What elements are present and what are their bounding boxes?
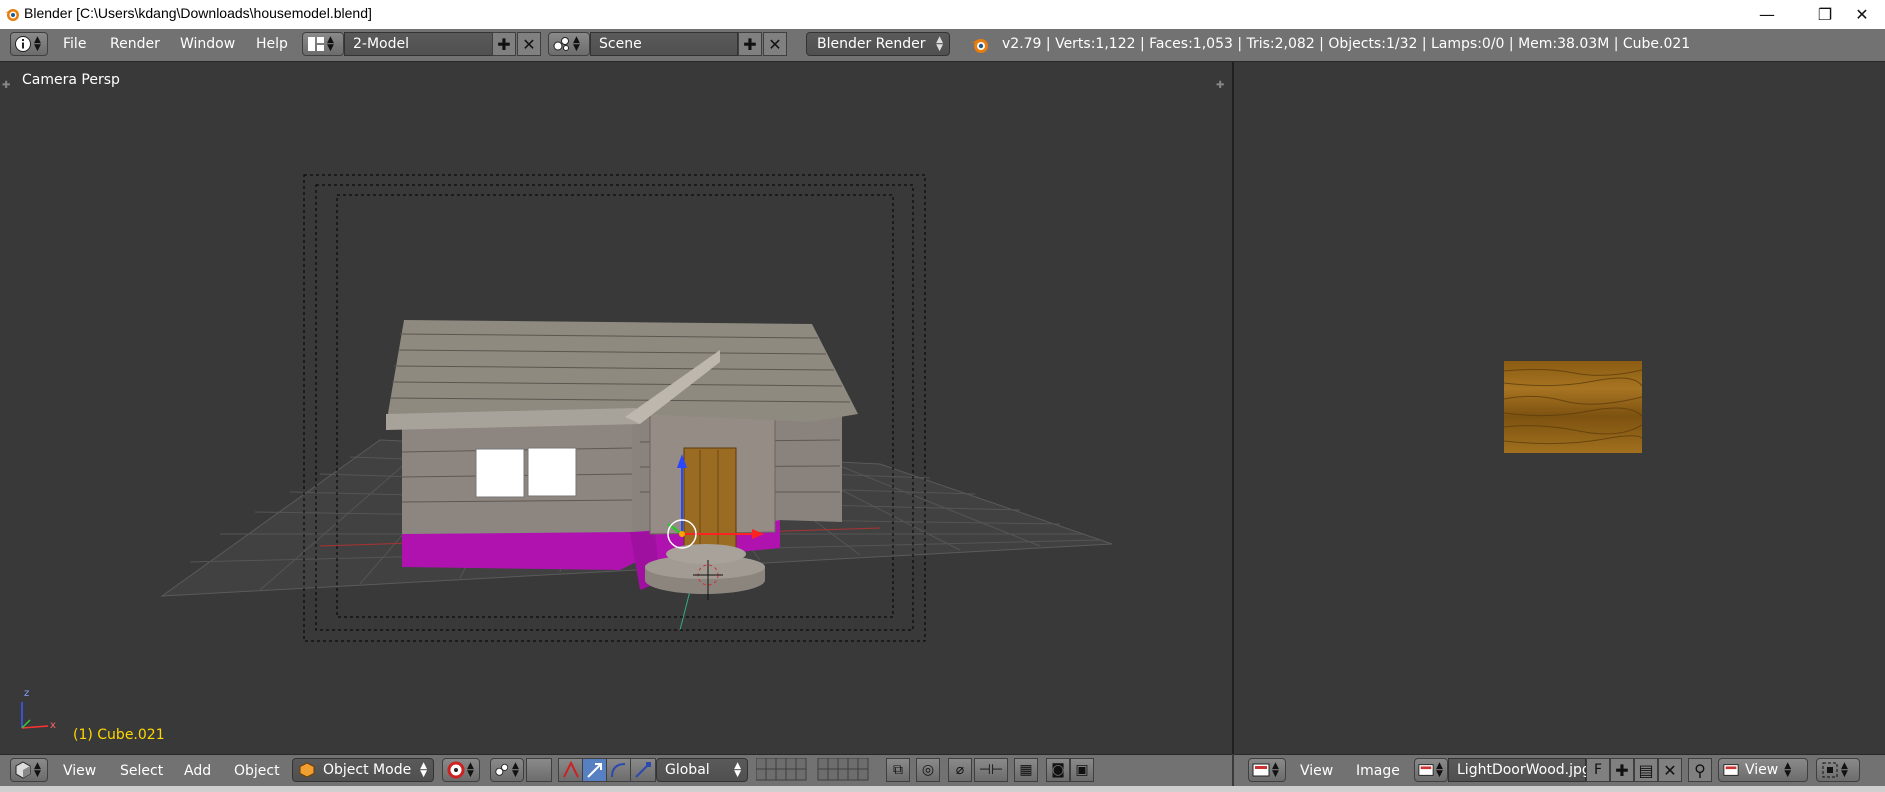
lock-camera-button[interactable]: ⧉: [886, 758, 910, 782]
menu-view[interactable]: View: [63, 763, 96, 779]
proportional-edit-button[interactable]: ◎: [916, 758, 940, 782]
add-scene-button[interactable]: ✚: [738, 32, 762, 56]
close-window-button[interactable]: ✕: [1839, 0, 1885, 29]
editor-type-selector[interactable]: ▲ ▼: [10, 758, 48, 782]
shading-selector[interactable]: ▲ ▼: [442, 758, 480, 782]
close-icon: ✕: [522, 34, 536, 54]
add-layout-button[interactable]: ✚: [492, 32, 516, 56]
window-title: Blender [C:\Users\kdang\Downloads\housem…: [24, 5, 372, 21]
axis-z-label: z: [24, 688, 30, 699]
snap-pixels-selector[interactable]: ▲ ▼: [1816, 758, 1860, 782]
menu-image[interactable]: Image: [1356, 763, 1400, 779]
scene-field[interactable]: Scene: [590, 32, 738, 56]
pin-icon: ⚲: [1694, 760, 1706, 780]
render-icons: ◙: [1051, 762, 1065, 778]
viewport-scene: [21, 174, 1113, 729]
menu-view[interactable]: View: [1300, 763, 1333, 779]
dropdown-arrows-icon: ▲ ▼: [34, 35, 41, 53]
plus-icon: ✚: [497, 34, 511, 54]
snap-icons: ◎: [921, 762, 935, 778]
view-mode-selector[interactable]: View ▲ ▼: [1718, 758, 1808, 782]
scene-statistics: v2.79 | Verts:1,122 | Faces:1,053 | Tris…: [1002, 36, 1691, 52]
dropdown-arrows-icon: ▲ ▼: [734, 761, 741, 779]
fake-user-button[interactable]: F: [1586, 758, 1610, 782]
folder-icon: ▤: [1638, 760, 1654, 780]
lock-icon: ⧉: [893, 762, 903, 778]
snap-toggle-button[interactable]: ⌀: [948, 758, 972, 782]
menu-object[interactable]: Object: [234, 763, 280, 779]
scale-manipulator-button[interactable]: [630, 758, 656, 782]
unlink-image-button[interactable]: ✕: [1658, 758, 1682, 782]
active-object-label: (1) Cube.021: [73, 727, 165, 743]
info-header: ▲ ▼ File Render Window Help ▲ ▼ 2-Model ✚ …: [0, 29, 1885, 62]
close-icon: ✕: [768, 34, 782, 54]
menu-select[interactable]: Select: [120, 763, 163, 779]
menu-file[interactable]: File: [63, 36, 86, 52]
menu-render[interactable]: Render: [110, 36, 160, 52]
manipulator-toggle[interactable]: [526, 758, 552, 782]
plus-icon: ✚: [743, 34, 757, 54]
mode-selector[interactable]: Object Mode ▲ ▼: [292, 758, 434, 782]
scene-browse[interactable]: ▲ ▼: [548, 32, 590, 56]
wood-image-preview: [1504, 361, 1642, 453]
scene-icon: [553, 37, 569, 51]
editor-type-selector[interactable]: ▲ ▼: [10, 32, 48, 56]
dropdown-arrows-icon: ▲ ▼: [936, 35, 943, 53]
rotate-manipulator-button[interactable]: [606, 758, 632, 782]
image-editor-header: ▲ ▼ View Image ▲ ▼ LightDoorWood.jpg F ✚ ▤…: [1234, 754, 1885, 787]
menu-window[interactable]: Window: [180, 36, 235, 52]
editor-type-selector[interactable]: ▲ ▼: [1248, 758, 1286, 782]
image-editor[interactable]: [1234, 62, 1885, 754]
3d-view-header: ▲ ▼ View Select Add Object Object Mode ▲ ▼…: [0, 754, 1232, 787]
pin-image-button[interactable]: ⚲: [1688, 758, 1712, 782]
render-engine-label: Blender Render: [817, 36, 926, 52]
minimize-button[interactable]: —: [1744, 0, 1790, 29]
blender-logo-icon: [5, 9, 19, 21]
new-image-button[interactable]: ✚: [1610, 758, 1634, 782]
image-editor-icon: [1723, 764, 1739, 776]
plus-icon: ✚: [1615, 760, 1629, 780]
pivot-icon: [447, 761, 465, 779]
image-name-field[interactable]: LightDoorWood.jpg: [1448, 758, 1591, 782]
translate-manipulator-button[interactable]: [558, 758, 584, 782]
orientation-label: Global: [665, 762, 710, 778]
menu-add[interactable]: Add: [184, 763, 211, 779]
menu-help[interactable]: Help: [256, 36, 288, 52]
image-editor-icon: [1252, 763, 1270, 777]
info-icon: [15, 36, 31, 52]
3d-viewport[interactable]: Camera Persp ✚ ✚ z x (1) Cube.021: [0, 62, 1234, 754]
screen-layout-field[interactable]: 2-Model: [344, 32, 494, 56]
axis-x-label: x: [50, 720, 56, 731]
manipulator-icons: [563, 760, 579, 778]
delete-layout-button[interactable]: ✕: [517, 32, 541, 56]
snap-element-selector[interactable]: ⊣⊢: [974, 758, 1008, 782]
mode-label: Object Mode: [323, 762, 412, 778]
close-icon: ✕: [1663, 760, 1677, 780]
cube-view-icon: [15, 761, 31, 779]
render-engine-selector[interactable]: Blender Render ▲ ▼: [806, 32, 950, 56]
move-manipulator-button[interactable]: [582, 758, 608, 782]
opengl-render-button[interactable]: ◙: [1046, 758, 1070, 782]
window-titlebar: Blender [C:\Users\kdang\Downloads\housem…: [0, 0, 1885, 29]
image-browse-button[interactable]: ▲ ▼: [1414, 758, 1448, 782]
object-cube-icon: [299, 762, 315, 778]
delete-scene-button[interactable]: ✕: [763, 32, 787, 56]
dropdown-arrows-icon: ▲ ▼: [420, 761, 427, 779]
blender-logo-icon: [971, 39, 988, 53]
screen-layout-browse[interactable]: ▲ ▼: [302, 32, 344, 56]
open-image-button[interactable]: ▤: [1634, 758, 1658, 782]
screen-layout-icon: [308, 37, 324, 51]
image-browse-icon: [1418, 764, 1434, 776]
snap-target-button[interactable]: ▦: [1014, 758, 1038, 782]
pivot-selector[interactable]: ▲ ▼: [490, 758, 524, 782]
window-bottom-edge: [0, 786, 1885, 792]
view-mode-label: View: [1745, 762, 1779, 778]
opengl-animation-button[interactable]: ▣: [1070, 758, 1094, 782]
scene-icon: [495, 763, 509, 776]
orientation-selector[interactable]: Global ▲ ▼: [656, 758, 748, 782]
